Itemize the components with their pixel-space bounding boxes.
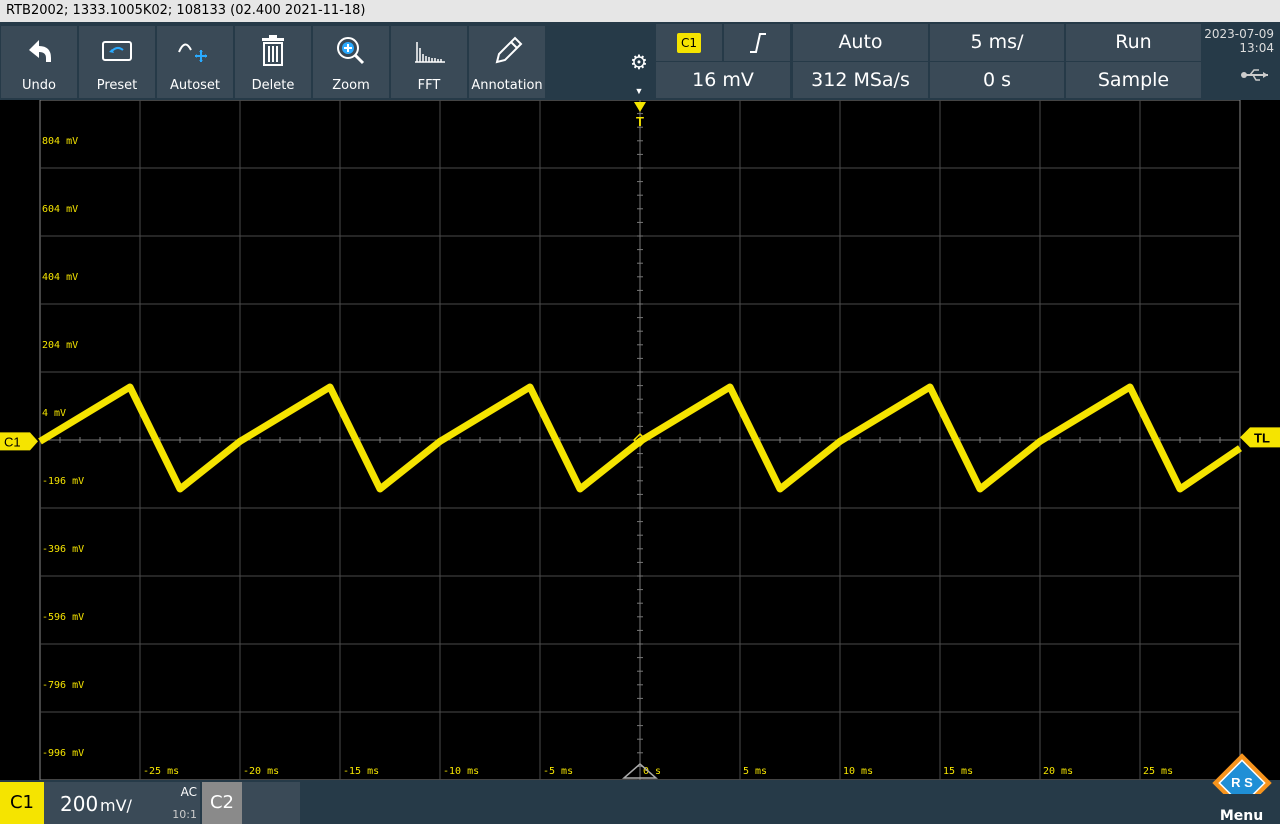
- fft-label: FFT: [417, 78, 441, 93]
- horizontal-position-cell[interactable]: 0 s: [930, 62, 1064, 98]
- preset-icon: [79, 30, 155, 70]
- pen-icon: [469, 30, 545, 70]
- trigger-mode-cell[interactable]: Auto: [793, 24, 928, 61]
- rising-edge-icon: [750, 33, 766, 53]
- menu-button[interactable]: R S Menu: [1203, 753, 1280, 824]
- ch2-settings[interactable]: [242, 782, 300, 824]
- annotation-button[interactable]: Annotation: [469, 26, 545, 98]
- fft-icon: [391, 30, 467, 70]
- x-axis-label: -15 ms: [343, 766, 379, 777]
- x-axis-label: 5 ms: [743, 766, 767, 777]
- autoset-icon: [157, 30, 233, 70]
- ch1-coupling: AC: [180, 785, 197, 799]
- fft-button[interactable]: FFT: [391, 26, 467, 98]
- delete-button[interactable]: Delete: [235, 26, 311, 98]
- preset-button[interactable]: Preset: [79, 26, 155, 98]
- undo-button[interactable]: Undo: [1, 26, 77, 98]
- sample-rate-cell[interactable]: 312 MSa/s: [793, 62, 928, 98]
- trash-icon: [235, 30, 311, 70]
- y-axis-label: -996 mV: [42, 748, 84, 759]
- menu-label: Menu: [1219, 808, 1264, 824]
- trigger-slope-cell[interactable]: [724, 24, 790, 61]
- time-text: 13:04: [1239, 41, 1274, 55]
- title-text: RTB2002; 1333.1005K02; 108133 (02.400 20…: [6, 3, 366, 18]
- rs-logo-icon: R S: [1212, 753, 1272, 794]
- y-axis-label: 204 mV: [42, 340, 78, 351]
- zoom-label: Zoom: [332, 78, 370, 93]
- waveform-canvas: 804 mV 604 mV 404 mV 204 mV 4 mV -196 mV -396 …: [0, 99, 1280, 781]
- y-axis-label: -796 mV: [42, 680, 84, 691]
- trigger-source-cell[interactable]: C1: [656, 24, 722, 61]
- x-axis-label: -20 ms: [243, 766, 279, 777]
- x-axis-label: 10 ms: [843, 766, 873, 777]
- x-axis-label: -10 ms: [443, 766, 479, 777]
- chevron-down-icon: ▼: [634, 86, 644, 96]
- ch1-scale-value: 200: [60, 792, 99, 816]
- y-axis-label: 804 mV: [42, 136, 78, 147]
- x-axis-label: -25 ms: [143, 766, 179, 777]
- run-state-cell[interactable]: Run: [1066, 24, 1201, 61]
- y-axis-label: 4 mV: [42, 408, 66, 419]
- y-axis-label: 604 mV: [42, 204, 78, 215]
- y-axis-label: -596 mV: [42, 612, 84, 623]
- waveform-display[interactable]: 804 mV 604 mV 404 mV 204 mV 4 mV -196 mV -396 …: [0, 99, 1280, 781]
- ch1-probe: 10:1: [172, 808, 197, 821]
- y-axis-label: -396 mV: [42, 544, 84, 555]
- undo-label: Undo: [22, 78, 56, 93]
- preset-label: Preset: [96, 78, 138, 93]
- ch1-settings[interactable]: 200 mV/ AC 10:1: [44, 782, 200, 824]
- usb-icon: [1241, 69, 1268, 81]
- y-axis-label: -196 mV: [42, 476, 84, 487]
- annotation-label: Annotation: [471, 78, 543, 93]
- settings-button[interactable]: ⚙ ▼: [624, 26, 654, 98]
- rs-logo-text: R S: [1231, 775, 1253, 790]
- zoom-icon: [313, 30, 389, 70]
- ch1-scale-unit: mV/: [100, 796, 132, 815]
- trigger-source-badge: C1: [677, 33, 701, 53]
- ch2-button[interactable]: C2: [202, 782, 242, 824]
- acquisition-mode-cell[interactable]: Sample: [1066, 62, 1201, 98]
- date-time: 2023-07-09 13:04: [1203, 24, 1280, 98]
- autoset-button[interactable]: Autoset: [157, 26, 233, 98]
- zoom-button[interactable]: Zoom: [313, 26, 389, 98]
- delete-label: Delete: [251, 78, 295, 93]
- x-axis-label: -5 ms: [543, 766, 573, 777]
- title-bar: RTB2002; 1333.1005K02; 108133 (02.400 20…: [0, 0, 1280, 22]
- x-axis-label: 25 ms: [1143, 766, 1173, 777]
- trigger-level-cell[interactable]: 16 mV: [656, 62, 790, 98]
- date-text: 2023-07-09: [1204, 27, 1274, 41]
- autoset-label: Autoset: [169, 78, 221, 93]
- ch1-offset-label: C1: [4, 434, 21, 449]
- trigger-marker-label: T: [636, 114, 644, 129]
- x-axis-label: 15 ms: [943, 766, 973, 777]
- y-axis-label: 404 mV: [42, 272, 78, 283]
- gear-icon: ⚙: [630, 52, 648, 74]
- timebase-cell[interactable]: 5 ms/: [930, 24, 1064, 61]
- trigger-level-label: TL: [1254, 430, 1270, 445]
- ch1-button[interactable]: C1: [0, 782, 44, 824]
- trigger-position-marker: [634, 102, 646, 112]
- x-axis-label: 20 ms: [1043, 766, 1073, 777]
- undo-icon: [1, 30, 77, 70]
